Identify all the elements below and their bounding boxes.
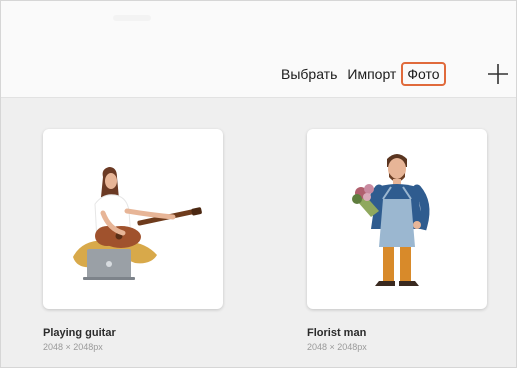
guitar-player-illustration (73, 167, 202, 280)
plus-icon (488, 64, 508, 84)
florist-man-illustration (352, 154, 430, 286)
photos-button[interactable]: Фото (401, 62, 446, 86)
import-button[interactable]: Импорт (347, 66, 396, 82)
toolbar: Выбрать Импорт Фото (1, 1, 516, 98)
status-indicator (113, 15, 151, 21)
select-button[interactable]: Выбрать (281, 66, 337, 82)
app-window: Выбрать Импорт Фото Playing guitar 2048 … (0, 0, 517, 368)
add-button[interactable] (485, 61, 511, 87)
document-title: Playing guitar (43, 327, 116, 339)
document-size: 2048 × 2048px (43, 342, 103, 352)
document-size: 2048 × 2048px (307, 342, 367, 352)
document-gallery: Playing guitar 2048 × 2048px Florist man… (1, 98, 516, 367)
document-card-florist-man[interactable] (307, 129, 487, 309)
toolbar-actions: Выбрать Импорт Фото (281, 62, 446, 86)
document-title: Florist man (307, 327, 367, 339)
document-card-playing-guitar[interactable] (43, 129, 223, 309)
